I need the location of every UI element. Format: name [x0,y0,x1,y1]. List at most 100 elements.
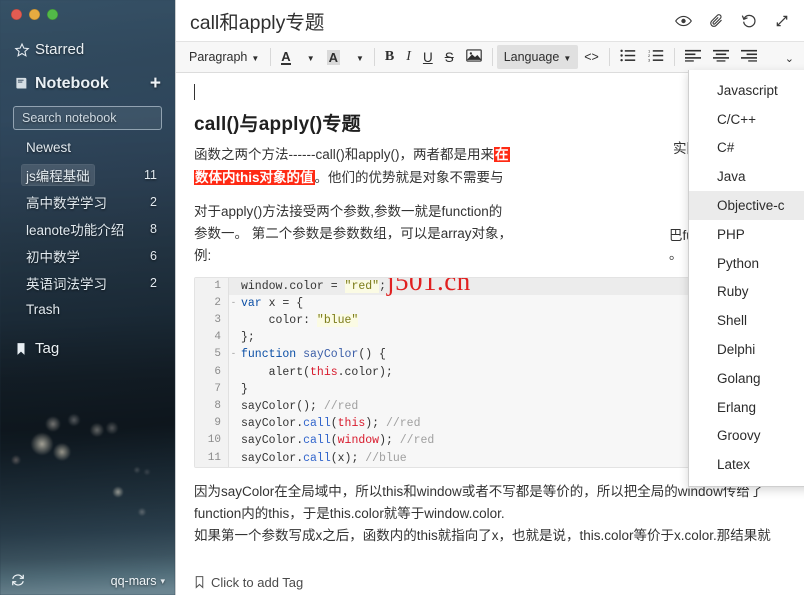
language-menu-item[interactable]: Objective-c [689,191,804,220]
insert-code-button[interactable]: <> [578,45,605,69]
language-menu-item[interactable]: Javascript [689,76,804,105]
sidebar-item-notebook[interactable]: Notebook + [0,68,175,99]
para1-text-b: 。他们的优势就是对象不需要与 [315,170,504,185]
code-fold-toggle [229,398,238,415]
paperclip-icon[interactable] [709,13,724,29]
line-number: 10 [195,432,229,449]
align-center-button[interactable] [707,45,735,69]
code-text: }; [238,329,255,346]
language-menu-item[interactable]: Golang [689,364,804,393]
underline-label: U [423,50,433,65]
notebook-count: 2 [150,276,157,290]
paragraph-style-dropdown[interactable]: Paragraph ▼ [182,45,266,69]
language-menu-item[interactable]: C/C++ [689,105,804,134]
bookmark-icon [14,341,35,357]
italic-button[interactable]: I [400,45,417,69]
user-account-name[interactable]: qq-mars [111,574,157,588]
ordered-list-button[interactable]: 1 2 3 [642,45,670,69]
strikethrough-label: S [445,50,454,65]
notebook-name: 初中数学 [26,246,150,266]
language-menu-item[interactable]: Erlang [689,393,804,422]
list-item[interactable]: 初中数学 6 [0,242,175,269]
insert-image-button[interactable] [460,45,488,69]
star-icon [14,42,35,58]
background-color-dropdown[interactable]: ▼ [346,45,370,69]
list-item[interactable]: leanote功能介绍 8 [0,215,175,242]
sidebar-item-starred[interactable]: Starred [0,34,175,65]
close-window-button[interactable] [11,9,22,20]
language-dropdown-menu[interactable]: JavascriptC/C++C#JavaObjective-cPHPPytho… [688,70,804,487]
line-number: 9 [195,415,229,432]
code-fold-toggle [229,432,238,449]
notebook-list: Newest js编程基础 11 高中数学学习 2 leanote功能介绍 8 … [0,134,175,323]
list-item[interactable]: 英语词法学习 2 [0,269,175,296]
align-center-icon [713,49,729,65]
language-menu-item[interactable]: Groovy [689,422,804,451]
notebook-name: leanote功能介绍 [26,219,150,239]
tag-bar[interactable]: Click to add Tag [176,569,804,595]
maximize-window-button[interactable] [47,9,58,20]
notebook-count: 6 [150,249,157,263]
app-window: Starred Notebook + Newe [0,0,804,595]
editor-toolbar: Paragraph ▼ A ▼ A ▼ B I [176,41,804,73]
main-panel: call和apply专题 [175,0,804,595]
notebook-icon [14,76,35,91]
language-dropdown[interactable]: Language ▼ [497,45,579,69]
page-title[interactable]: call和apply专题 [190,6,675,35]
chevron-down-icon: ▼ [307,54,315,63]
add-notebook-button[interactable]: + [150,74,161,93]
language-menu-item[interactable]: Delphi [689,335,804,364]
chevron-down-icon: ▼ [356,54,364,63]
sidebar: Starred Notebook + Newe [0,0,175,595]
divider [492,48,493,66]
sidebar-item-notebook-label: Notebook [35,75,109,93]
code-fold-toggle [229,381,238,398]
align-right-icon [741,49,757,65]
notebook-count: 2 [150,195,157,209]
background-color-button[interactable]: A [321,45,346,69]
language-menu-item[interactable]: Latex [689,450,804,479]
notebook-name: Newest [26,140,157,155]
history-icon[interactable] [741,13,757,29]
paragraph-style-label: Paragraph [189,50,247,64]
sidebar-item-starred-label: Starred [35,41,84,58]
refresh-icon[interactable] [11,573,25,590]
language-menu-item[interactable]: Java [689,162,804,191]
sidebar-item-tag[interactable]: Tag [0,333,175,364]
code-text: sayColor.call(window); //red [238,432,434,449]
para2-right-text-b: 。 [669,247,683,262]
numbered-list-icon: 1 2 3 [648,49,664,65]
line-number: 4 [195,329,229,346]
minimize-window-button[interactable] [29,9,40,20]
chevron-down-icon: ▼ [251,54,259,63]
unordered-list-button[interactable] [614,45,642,69]
align-left-icon [685,49,701,65]
eye-icon[interactable] [675,14,692,28]
language-menu-item[interactable]: Shell [689,306,804,335]
divider [270,48,271,66]
list-item[interactable]: js编程基础 11 [0,161,175,188]
more-toolbar-options-button[interactable]: ⌄ [775,45,800,69]
expand-icon[interactable] [774,13,790,29]
bold-button[interactable]: B [379,45,400,69]
strikethrough-button[interactable]: S [439,45,460,69]
chevron-down-icon[interactable]: ▾ [160,576,165,587]
language-menu-item[interactable]: PHP [689,220,804,249]
language-menu-item[interactable]: Ruby [689,278,804,307]
font-color-dropdown[interactable]: ▼ [297,45,321,69]
font-color-button[interactable]: A [275,45,296,69]
code-fold-toggle [229,415,238,432]
list-item-trash[interactable]: Trash [0,296,175,323]
align-left-button[interactable] [679,45,707,69]
note-header: call和apply专题 [176,0,804,41]
list-item[interactable]: Newest [0,134,175,161]
underline-button[interactable]: U [417,45,439,69]
list-item[interactable]: 高中数学学习 2 [0,188,175,215]
align-right-button[interactable] [735,45,763,69]
language-menu-item[interactable]: C# [689,134,804,163]
code-fold-toggle[interactable]: - [229,295,238,312]
code-fold-toggle[interactable]: - [229,346,238,363]
search-input[interactable] [13,106,162,130]
language-menu-item[interactable]: Python [689,249,804,278]
code-text: var x = { [238,295,303,312]
